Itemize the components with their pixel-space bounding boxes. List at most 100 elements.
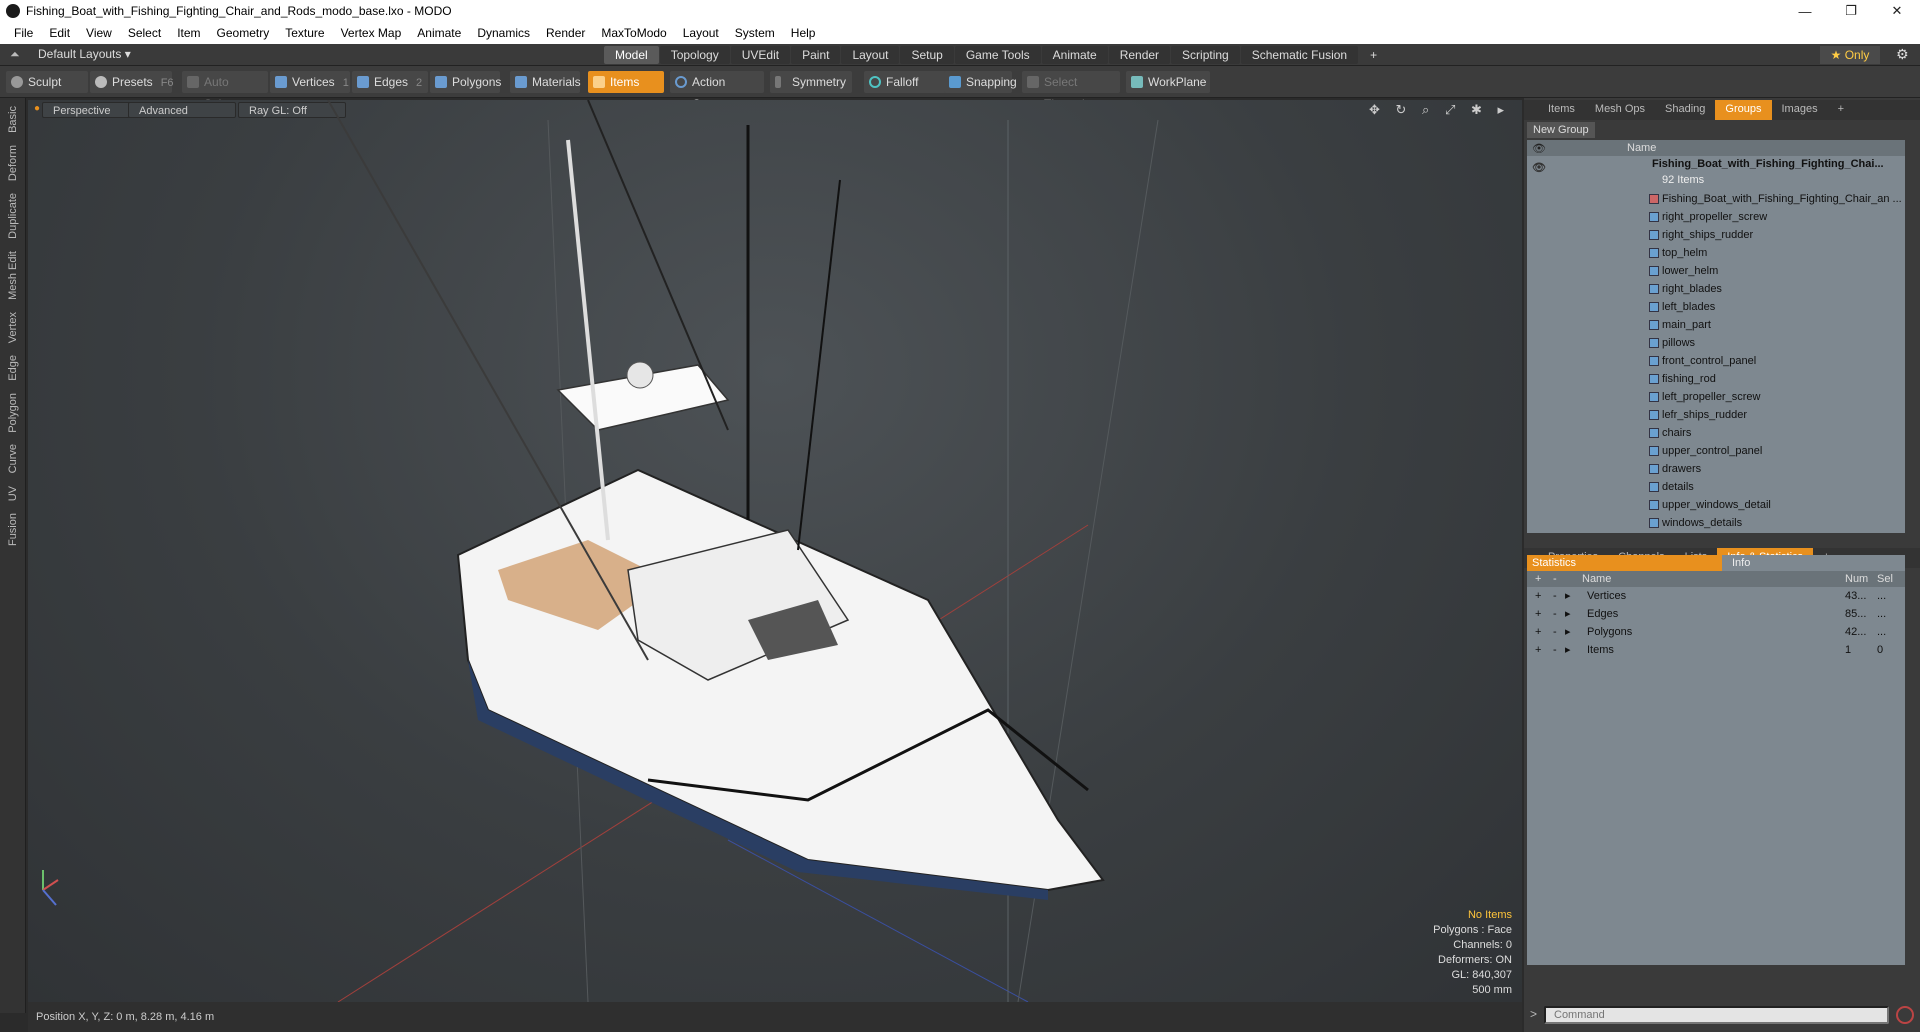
list-item[interactable]: chairs <box>1527 424 1905 442</box>
menu-edit[interactable]: Edit <box>41 26 78 40</box>
list-item[interactable]: right_ships_rudder <box>1527 226 1905 244</box>
tab-render[interactable]: Render <box>1108 46 1171 64</box>
tab-mesh-ops[interactable]: Mesh Ops <box>1585 100 1655 120</box>
strip-tab-edge[interactable]: Edge <box>7 351 19 385</box>
list-item[interactable]: pillows <box>1527 334 1905 352</box>
menu-animate[interactable]: Animate <box>409 26 469 40</box>
vertices-button[interactable]: Vertices 1 <box>270 71 350 93</box>
remove-icon[interactable]: - <box>1553 623 1557 641</box>
action-center-button[interactable]: Action Center <box>670 71 764 111</box>
auto-select-button[interactable]: Auto Select <box>182 71 268 111</box>
list-item[interactable]: windows_details <box>1527 514 1905 532</box>
add-icon[interactable]: + <box>1535 641 1541 659</box>
expand-arrow-icon[interactable]: ▸ <box>1565 641 1571 659</box>
list-item[interactable]: lefr_ships_rudder <box>1527 406 1905 424</box>
tab-animate[interactable]: Animate <box>1041 46 1108 64</box>
tab-layout[interactable]: Layout <box>841 46 900 64</box>
list-item[interactable]: right_blades <box>1527 280 1905 298</box>
col-sel[interactable]: Sel <box>1877 571 1893 587</box>
list-item[interactable]: lower_helm <box>1527 262 1905 280</box>
menu-view[interactable]: View <box>78 26 120 40</box>
list-item[interactable]: details <box>1527 478 1905 496</box>
add-icon[interactable]: + <box>1535 587 1541 605</box>
menu-vertex-map[interactable]: Vertex Map <box>333 26 410 40</box>
add-icon[interactable]: + <box>1535 623 1541 641</box>
list-item[interactable]: drawers <box>1527 460 1905 478</box>
root-eye-icon[interactable]: 👁 <box>1532 160 1546 176</box>
menu-file[interactable]: File <box>6 26 41 40</box>
symmetry-button[interactable]: Symmetry <box>770 71 852 93</box>
items-button[interactable]: Items <box>588 71 664 93</box>
list-item[interactable]: left_propeller_screw <box>1527 388 1905 406</box>
menu-help[interactable]: Help <box>783 26 824 40</box>
col-name[interactable]: Name <box>1582 571 1611 587</box>
presets-button[interactable]: Presets F6 <box>90 71 174 93</box>
subtab-statistics[interactable]: Statistics <box>1527 555 1722 571</box>
only-toggle[interactable]: ★ Only <box>1820 46 1880 64</box>
tab-images[interactable]: Images <box>1772 100 1828 120</box>
add-tab-button[interactable]: + <box>1359 46 1388 64</box>
expand-arrow-icon[interactable]: ▸ <box>1565 587 1571 605</box>
polygons-button[interactable]: Polygons <box>430 71 501 93</box>
snapping-button[interactable]: Snapping <box>944 71 1017 93</box>
workplane-button[interactable]: WorkPlane <box>1126 71 1210 93</box>
tab-game-tools[interactable]: Game Tools <box>954 46 1041 64</box>
strip-tab-uv[interactable]: UV <box>7 482 19 505</box>
layout-collapse-icon[interactable]: ⏶ <box>10 47 20 62</box>
collapse-all-icon[interactable]: - <box>1553 571 1557 587</box>
materials-button[interactable]: Materials <box>510 71 581 93</box>
gear-icon[interactable]: ⚙ <box>1896 46 1909 63</box>
list-item[interactable]: Fishing_Boat_with_Fishing_Fighting_Chair… <box>1527 190 1905 208</box>
list-item[interactable]: fishing_rod <box>1527 370 1905 388</box>
tab-shading[interactable]: Shading <box>1655 100 1715 120</box>
strip-tab-deform[interactable]: Deform <box>7 141 19 185</box>
group-root[interactable]: 👁 Fishing_Boat_with_Fishing_Fighting_Cha… <box>1527 156 1905 190</box>
table-row[interactable]: + - ▸ Polygons 42... ... <box>1527 623 1905 641</box>
subtab-info[interactable]: Info <box>1722 555 1750 571</box>
minimize-button[interactable]: — <box>1782 0 1828 22</box>
tab-groups[interactable]: Groups <box>1715 100 1772 120</box>
expand-arrow-icon[interactable]: ▸ <box>1565 605 1571 623</box>
add-panel-tab-button[interactable]: + <box>1828 100 1854 120</box>
list-item[interactable]: right_propeller_screw <box>1527 208 1905 226</box>
close-button[interactable]: ✕ <box>1874 0 1920 22</box>
expand-all-icon[interactable]: + <box>1535 571 1541 587</box>
tab-scripting[interactable]: Scripting <box>1171 46 1240 64</box>
record-icon[interactable] <box>1896 1006 1914 1024</box>
maximize-button[interactable]: ❐ <box>1828 0 1874 22</box>
tab-items[interactable]: Items <box>1538 100 1585 120</box>
list-item[interactable]: main_part <box>1527 316 1905 334</box>
strip-tab-mesh-edit[interactable]: Mesh Edit <box>7 247 19 304</box>
tab-model[interactable]: Model <box>604 46 659 64</box>
remove-icon[interactable]: - <box>1553 587 1557 605</box>
menu-texture[interactable]: Texture <box>277 26 332 40</box>
strip-tab-basic[interactable]: Basic <box>7 102 19 137</box>
list-item[interactable]: upper_control_panel <box>1527 442 1905 460</box>
tab-setup[interactable]: Setup <box>900 46 954 64</box>
menu-dynamics[interactable]: Dynamics <box>469 26 538 40</box>
tab-schematic-fusion[interactable]: Schematic Fusion <box>1240 46 1359 64</box>
sculpt-button[interactable]: Sculpt <box>6 71 88 93</box>
remove-icon[interactable]: - <box>1553 641 1557 659</box>
list-item[interactable]: top_helm <box>1527 244 1905 262</box>
tab-paint[interactable]: Paint <box>791 46 841 64</box>
tab-uvedit[interactable]: UVEdit <box>730 46 791 64</box>
list-item[interactable]: upper_windows_detail <box>1527 496 1905 514</box>
strip-tab-polygon[interactable]: Polygon <box>7 389 19 437</box>
add-icon[interactable]: + <box>1535 605 1541 623</box>
edges-button[interactable]: Edges 2 <box>352 71 428 93</box>
table-row[interactable]: + - ▸ Items 1 0 <box>1527 641 1905 659</box>
remove-icon[interactable]: - <box>1553 605 1557 623</box>
expand-arrow-icon[interactable]: ▸ <box>1565 623 1571 641</box>
col-num[interactable]: Num <box>1845 571 1868 587</box>
tab-topology[interactable]: Topology <box>659 46 730 64</box>
table-row[interactable]: + - ▸ Vertices 43... ... <box>1527 587 1905 605</box>
menu-layout[interactable]: Layout <box>675 26 727 40</box>
menu-system[interactable]: System <box>727 26 783 40</box>
visibility-eye-icon[interactable]: 👁 <box>1532 141 1546 157</box>
table-row[interactable]: + - ▸ Edges 85... ... <box>1527 605 1905 623</box>
menu-item[interactable]: Item <box>169 26 208 40</box>
menu-geometry[interactable]: Geometry <box>209 26 278 40</box>
strip-tab-fusion[interactable]: Fusion <box>7 509 19 550</box>
command-input[interactable] <box>1544 1006 1889 1024</box>
